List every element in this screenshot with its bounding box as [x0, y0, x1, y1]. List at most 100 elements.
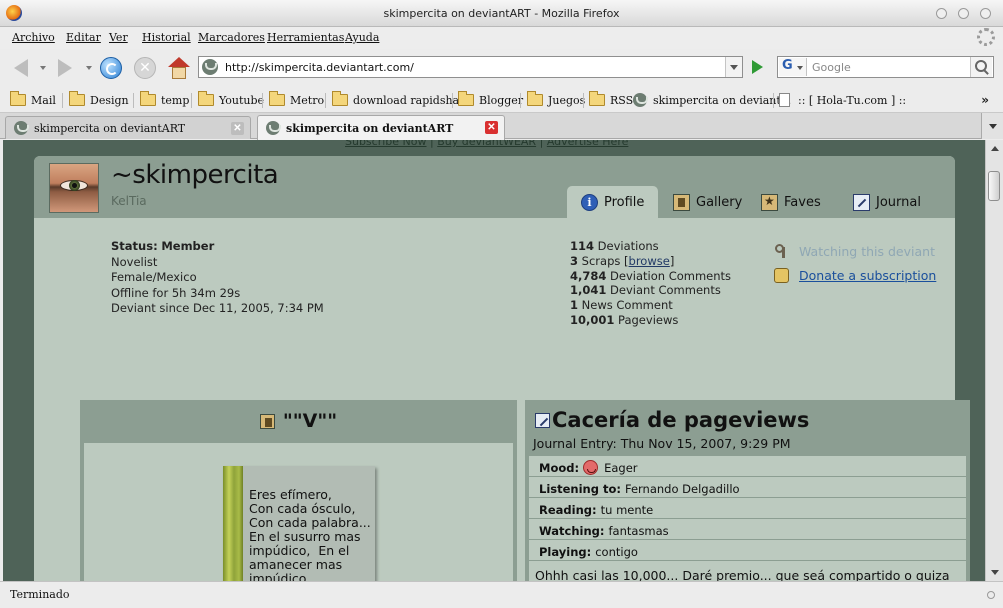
url-bar[interactable]: http://skimpercita.deviantart.com/: [198, 56, 743, 78]
status-value: Member: [161, 239, 215, 253]
tab-active[interactable]: skimpercita on deviantART ✕: [257, 115, 505, 140]
tab-journal[interactable]: Journal: [853, 186, 921, 218]
search-box[interactable]: G Google: [777, 56, 994, 78]
browse-scraps-link[interactable]: browse: [629, 254, 670, 268]
deviation-thumbnail[interactable]: Eres efímero, Con cada ósculo, Con cada …: [223, 466, 375, 581]
forward-history-dropdown-icon[interactable]: [86, 66, 92, 70]
bookmark-rss[interactable]: RSS: [589, 91, 634, 108]
forward-button[interactable]: [52, 55, 78, 81]
bookmark-skimpercita[interactable]: skimpercita on deviant...: [633, 92, 791, 108]
bookmark-juegos[interactable]: Juegos: [527, 91, 585, 108]
bookmark-download-rapidshare[interactable]: download rapidshare: [332, 91, 471, 108]
bookmarks-toolbar: Mail Design temp Youtube Metro download …: [0, 87, 1003, 113]
bookmark-design[interactable]: Design: [69, 91, 129, 108]
journal-mood: Mood: Eager: [529, 456, 966, 476]
avatar[interactable]: [49, 163, 99, 213]
maximize-icon[interactable]: [958, 8, 969, 19]
faves-icon: [761, 193, 778, 211]
bookmark-mail[interactable]: Mail: [10, 91, 56, 108]
username: ~skimpercita: [111, 160, 279, 190]
stat-scraps: 3 Scraps [browse]: [570, 253, 675, 268]
menu-ver[interactable]: Ver: [109, 31, 128, 44]
tab-label: Gallery: [696, 194, 743, 210]
info-icon: i: [581, 193, 598, 211]
donate-label: Donate a subscription: [799, 267, 937, 283]
back-history-dropdown-icon[interactable]: [40, 66, 46, 70]
stat-deviations[interactable]: 114 Deviations: [570, 239, 731, 254]
folder-icon: [332, 91, 348, 106]
journal-title: Cacería de pageviews: [535, 408, 809, 432]
profile-stats: 114 Deviations 3 Scraps [browse] 4,784 D…: [570, 239, 731, 328]
advertise-here-link[interactable]: Advertise Here: [547, 140, 629, 148]
deviation-title[interactable]: ""V"": [283, 410, 337, 432]
minimize-icon[interactable]: [936, 8, 947, 19]
back-button[interactable]: [8, 55, 34, 81]
tab-inactive[interactable]: skimpercita on deviantART ✕: [5, 116, 251, 139]
menu-archivo[interactable]: Archivo: [12, 31, 55, 44]
menu-ayuda[interactable]: Ayuda: [345, 31, 379, 44]
bookmark-label: Mail: [31, 93, 56, 107]
journal-playing: Playing: contigo: [529, 540, 966, 560]
home-button[interactable]: [166, 55, 192, 81]
go-button[interactable]: [748, 58, 766, 76]
bookmark-youtube[interactable]: Youtube: [198, 91, 264, 108]
bookmark-blogger[interactable]: Blogger: [458, 91, 523, 108]
throbber-icon: [977, 28, 995, 46]
journal-listening: Listening to: Fernando Delgadillo: [529, 477, 966, 497]
buy-deviantwear-link[interactable]: Buy deviantWEAR: [437, 140, 536, 148]
close-tab-icon[interactable]: ✕: [485, 121, 498, 134]
home-icon: [168, 57, 190, 79]
reload-icon: [100, 57, 122, 79]
scroll-down-icon[interactable]: [986, 565, 1003, 581]
menu-herramientas[interactable]: Herramientas: [267, 31, 344, 44]
folder-icon: [589, 91, 605, 106]
resize-grip-icon[interactable]: [987, 591, 995, 599]
bookmark-label: :: [ Hola-Tu.com ] ::: [798, 93, 907, 107]
status-label: Status:: [111, 239, 158, 253]
bookmark-label: RSS: [610, 93, 634, 107]
deviantart-favicon-icon: [633, 93, 648, 107]
folder-icon: [140, 91, 156, 106]
stop-button[interactable]: ✕: [132, 55, 158, 81]
scrollbar-thumb[interactable]: [988, 171, 1000, 201]
eager-mood-icon: [583, 460, 599, 475]
profile-card: ~skimpercita KelTia i Profile Gallery Fa…: [34, 156, 970, 581]
journal-title-text[interactable]: Cacería de pageviews: [552, 408, 809, 432]
bookmark-metro[interactable]: Metro: [269, 91, 324, 108]
close-window-icon[interactable]: [980, 8, 991, 19]
tab-profile[interactable]: i Profile: [567, 186, 659, 218]
watch-deviant-link[interactable]: Watching this deviant: [774, 239, 936, 263]
url-history-dropdown-icon[interactable]: [725, 57, 742, 77]
donate-subscription-link[interactable]: Donate a subscription: [774, 263, 936, 287]
bookmark-label: Design: [90, 93, 129, 107]
bookmarks-overflow-icon[interactable]: »: [981, 93, 989, 107]
stat-deviation-comments: 4,784 Deviation Comments: [570, 268, 732, 283]
browser-window: skimpercita on deviantART - Mozilla Fire…: [0, 0, 1003, 608]
separator: |: [539, 140, 544, 148]
journal-watching: Watching: fantasmas: [529, 519, 966, 539]
tab-gallery[interactable]: Gallery: [673, 186, 742, 218]
featured-deviation-title: ""V"": [80, 404, 517, 438]
search-input[interactable]: Google: [812, 61, 851, 74]
tab-faves[interactable]: Faves: [761, 186, 821, 218]
bookmark-temp[interactable]: temp: [140, 91, 189, 108]
menu-editar[interactable]: Editar: [66, 31, 101, 44]
search-engine-selector[interactable]: G: [779, 58, 807, 76]
menu-historial[interactable]: Historial: [142, 31, 191, 44]
tab-list-dropdown-icon[interactable]: [981, 113, 1003, 139]
stat-news-comment: 1 News Comment: [570, 298, 673, 313]
scroll-up-icon[interactable]: [986, 140, 1003, 156]
menu-marcadores[interactable]: Marcadores: [198, 31, 265, 44]
subscribe-now-link[interactable]: Subscribe Now: [345, 140, 427, 148]
status-bar: Terminado: [0, 581, 1003, 608]
close-tab-icon[interactable]: ✕: [231, 122, 244, 135]
bookmark-hola-tu[interactable]: :: [ Hola-Tu.com ] ::: [779, 92, 906, 108]
reload-button[interactable]: [98, 55, 124, 81]
vertical-scrollbar[interactable]: [985, 140, 1003, 581]
poem-text: Eres efímero, Con cada ósculo, Con cada …: [249, 487, 371, 582]
separator: |: [430, 140, 434, 148]
url-text[interactable]: http://skimpercita.deviantart.com/: [225, 61, 414, 74]
tab-label: Profile: [604, 194, 645, 210]
search-icon[interactable]: [970, 57, 992, 77]
stop-icon: ✕: [134, 57, 156, 79]
